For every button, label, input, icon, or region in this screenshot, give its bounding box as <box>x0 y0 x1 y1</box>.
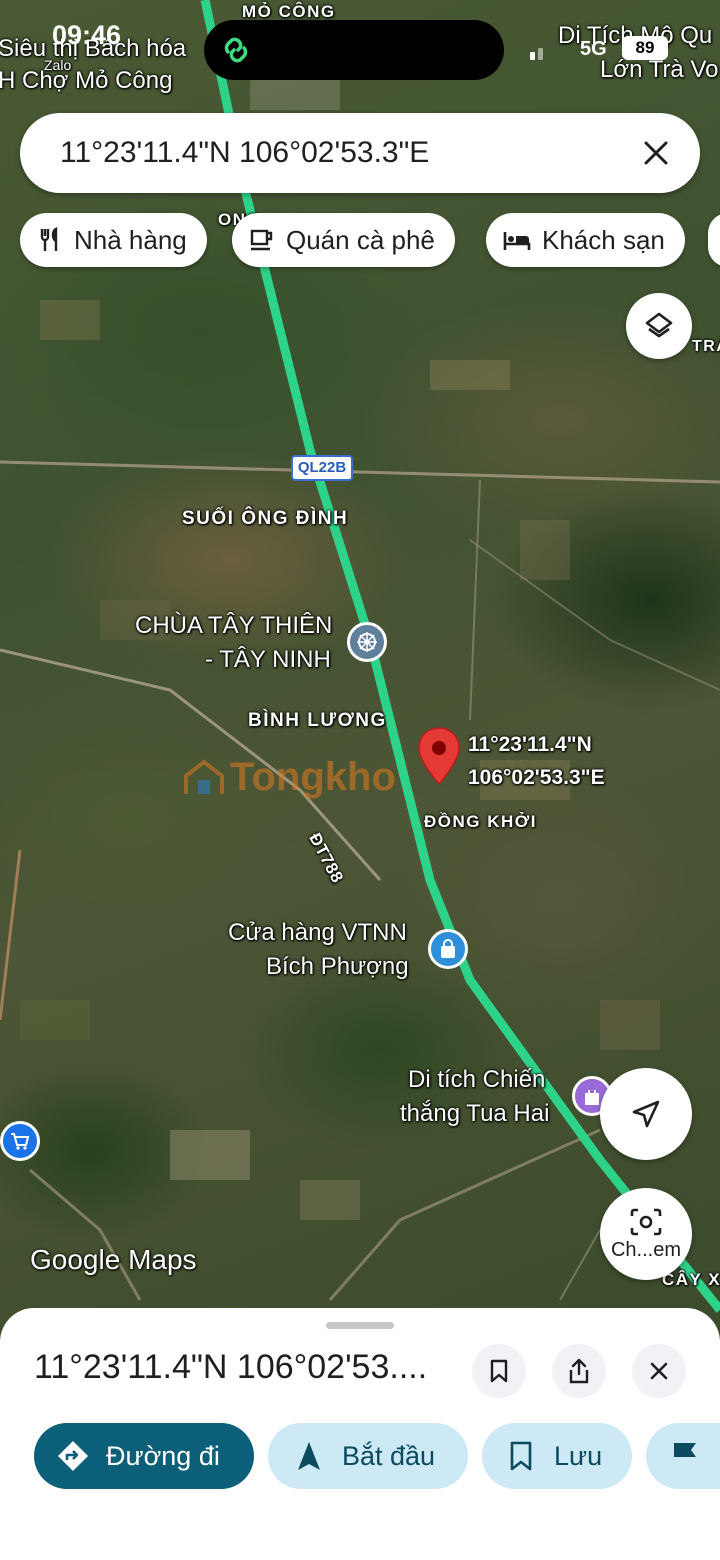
chip-hotels-label: Khách sạn <box>542 224 665 255</box>
watermark-text: Tongkho <box>230 755 396 799</box>
layers-icon <box>645 312 673 338</box>
dynamic-island <box>204 20 504 80</box>
pin-label-line1: 11°23'11.4"N <box>468 733 592 756</box>
lens-button[interactable]: Ch...em <box>600 1188 692 1280</box>
map-label-cua-hang-line2[interactable]: Bích Phượng <box>266 951 409 983</box>
save-button[interactable]: Lưu <box>482 1423 632 1489</box>
bookmark-icon <box>510 1441 532 1471</box>
location-pin-icon[interactable] <box>416 726 462 788</box>
chip-cafes[interactable]: Quán cà phê <box>232 213 455 267</box>
watermark: Tongkho <box>182 755 396 800</box>
search-query[interactable]: 11°23'11.4"N 106°02'53.3"E <box>60 136 429 170</box>
google-maps-logo: Google Maps <box>30 1244 197 1276</box>
map-label-chua-line1[interactable]: CHÙA TÂY THIÊN <box>135 610 332 642</box>
close-icon[interactable] <box>638 135 674 171</box>
directions-button[interactable]: Đường đi <box>34 1423 254 1489</box>
road-shield-ql22b[interactable]: QL22B <box>291 455 353 481</box>
shop-poi-icon[interactable] <box>428 929 468 969</box>
directions-label: Đường đi <box>106 1440 220 1471</box>
share-button[interactable] <box>552 1344 606 1398</box>
navigation-icon <box>298 1442 320 1470</box>
restaurant-icon <box>40 227 58 251</box>
save-label: Lưu <box>554 1440 603 1471</box>
camera-lens-icon <box>630 1208 662 1235</box>
google-logo-maps: Maps <box>128 1244 197 1275</box>
status-bar: 09:46 5G 89 <box>0 0 720 100</box>
chip-restaurants[interactable]: Nhà hàng <box>20 213 207 267</box>
map-label-chien-thang-line2[interactable]: thắng Tua Hai <box>400 1098 549 1130</box>
map-label-suoi-ong-dinh[interactable]: SUỐI ÔNG ĐÌNH <box>182 508 348 530</box>
network-type: 5G <box>580 38 607 60</box>
signal-icon <box>530 48 543 60</box>
flag-icon <box>674 1443 696 1470</box>
map-label-dong-khoi[interactable]: ĐỒNG KHỞI <box>424 812 537 832</box>
close-icon <box>650 1362 668 1380</box>
shopping-poi-icon[interactable] <box>0 1121 40 1161</box>
save-icon-button[interactable] <box>472 1344 526 1398</box>
coffee-icon <box>250 229 273 251</box>
link-app-icon <box>224 37 248 63</box>
castle-icon <box>585 1090 599 1105</box>
layers-button[interactable] <box>626 293 692 359</box>
temple-poi-icon[interactable] <box>347 622 387 662</box>
sheet-title: 11°23'11.4"N 106°02'53.... <box>34 1348 428 1386</box>
status-time: 09:46 <box>52 20 122 50</box>
battery-level: 89 <box>622 36 668 60</box>
label-button[interactable] <box>646 1423 720 1489</box>
google-logo-google: Google <box>30 1244 121 1275</box>
map-label-binh-luong[interactable]: BÌNH LƯƠNG <box>248 710 387 732</box>
map-label-cua-hang-line1[interactable]: Cửa hàng VTNN <box>228 917 407 949</box>
watermark-house-icon <box>184 758 224 794</box>
navigation-arrow-icon <box>632 1100 660 1128</box>
sheet-drag-handle[interactable] <box>326 1322 394 1329</box>
map-label-tra-partial: TRÀ <box>692 338 720 355</box>
shopping-bag-icon <box>441 939 455 958</box>
lens-button-label: Ch...em <box>610 1238 682 1261</box>
place-sheet[interactable]: 11°23'11.4"N 106°02'53.... Đường đi Bắt … <box>0 1308 720 1560</box>
chip-restaurants-label: Nhà hàng <box>74 224 187 255</box>
chip-hotels[interactable]: Khách sạn <box>486 213 685 267</box>
chip-cafes-label: Quán cà phê <box>286 224 435 255</box>
start-label: Bắt đầu <box>342 1440 436 1471</box>
bookmark-icon <box>490 1359 508 1383</box>
my-location-button[interactable] <box>600 1068 692 1160</box>
dharma-wheel-icon <box>357 632 377 652</box>
share-icon <box>569 1358 589 1384</box>
directions-icon <box>58 1441 88 1471</box>
map-label-chua-line2[interactable]: - TÂY NINH <box>205 644 331 676</box>
pin-label-line2: 106°02'53.3"E <box>468 766 605 789</box>
close-sheet-button[interactable] <box>632 1344 686 1398</box>
start-button[interactable]: Bắt đầu <box>268 1423 468 1489</box>
hotel-icon <box>503 232 531 250</box>
search-bar[interactable]: 11°23'11.4"N 106°02'53.3"E <box>20 113 700 193</box>
map-label-chien-thang-line1[interactable]: Di tích Chiến <box>408 1064 545 1096</box>
cart-icon <box>11 1133 30 1150</box>
map-label-cay-partial: CÂY X <box>662 1270 720 1289</box>
